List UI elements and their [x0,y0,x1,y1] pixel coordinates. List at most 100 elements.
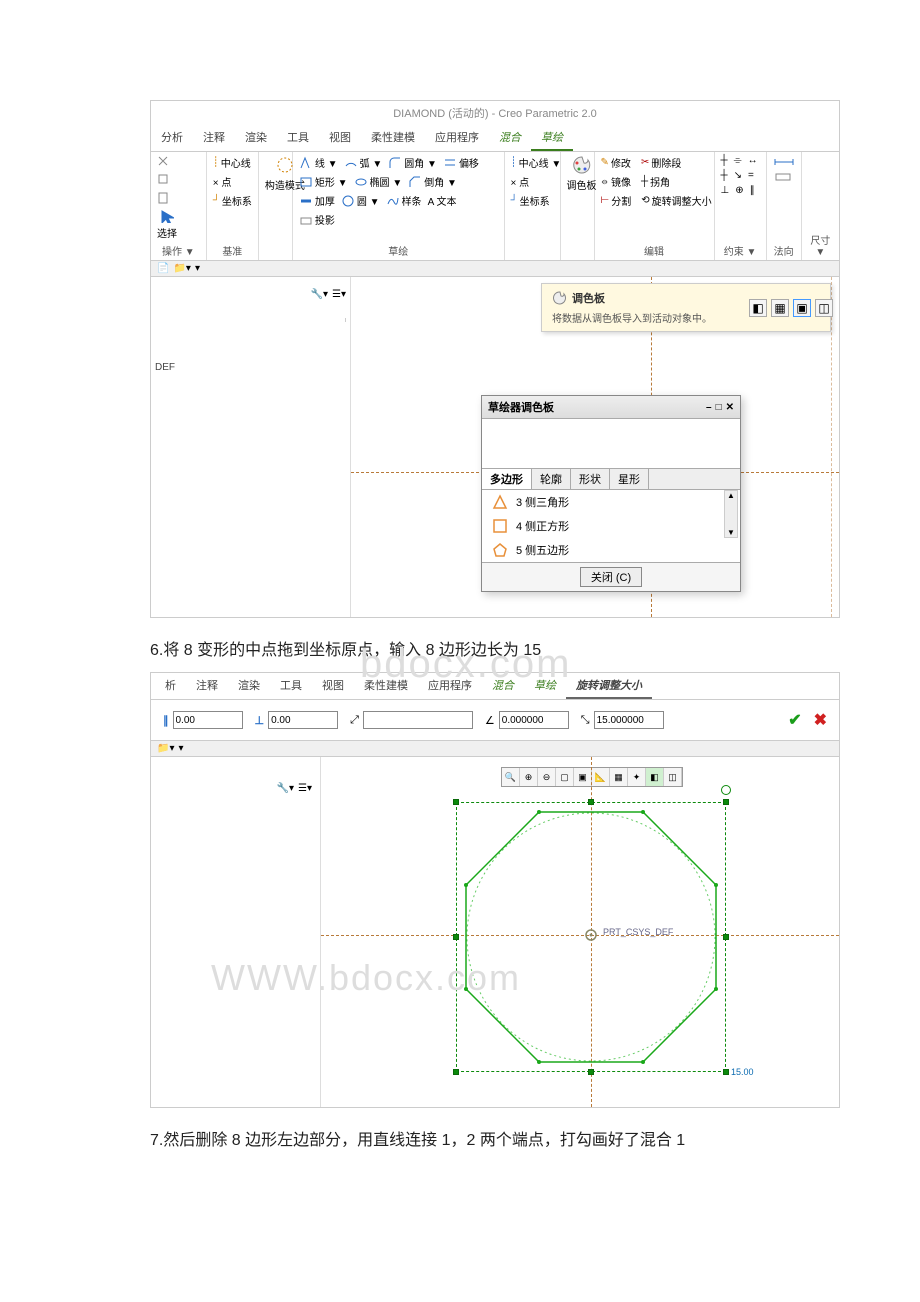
new-icon[interactable]: 📄 [157,263,169,274]
vicon-3[interactable]: ▣ [793,299,811,317]
tab-render[interactable]: 渲染 [235,125,277,151]
datum-display-icon[interactable]: ◧ [646,768,664,786]
folder-icon[interactable]: 📁▾ [173,263,190,274]
tab2-flex[interactable]: 柔性建模 [354,673,418,699]
tab2-blend[interactable]: 混合 [482,673,524,699]
geom-csys-button[interactable]: ┘坐标系 [509,192,552,209]
constraint-equal-icon[interactable]: = [746,169,756,182]
palette-scrollbar[interactable] [724,490,738,538]
tab-annotate[interactable]: 注释 [193,125,235,151]
palette-item-pentagon[interactable]: 5 侧五边形 [482,538,740,562]
tab2-annotate[interactable]: 注释 [186,673,228,699]
cut-icon[interactable] [155,154,173,170]
rotation-handle[interactable] [721,785,731,795]
tab2-tools[interactable]: 工具 [270,673,312,699]
palette-item-square[interactable]: 4 侧正方形 [482,514,740,538]
constraint-horiz-icon[interactable]: ┼ [719,169,730,182]
maximize-icon[interactable]: □ [716,402,722,413]
palette-close-button[interactable]: 关闭 (C) [580,567,642,587]
select-button[interactable]: 选择 [155,208,179,241]
tab-tools[interactable]: 工具 [277,125,319,151]
palette-tab-shape[interactable]: 形状 [571,469,610,489]
tab-analysis[interactable]: 分析 [151,125,193,151]
mirror-button[interactable]: ⦵镜像 [599,173,633,190]
geom-point-button[interactable]: × 点 [509,173,532,190]
saved-view-icon[interactable]: 📐 [592,768,610,786]
tab2-apps[interactable]: 应用程序 [418,673,482,699]
side-input[interactable] [594,711,664,729]
angle-field[interactable]: ⤢ [350,711,473,729]
tab2-analysis[interactable]: 析 [155,673,186,699]
arc-button[interactable]: 弧 ▼ [342,154,385,171]
spline-button[interactable]: 样条 [384,192,424,209]
rectangle-button[interactable]: 矩形 ▼ [297,173,350,190]
line-button[interactable]: 线 ▼ [297,154,340,171]
geom-centerline-button[interactable]: ┊中心线 ▼ [509,154,564,171]
cancel-icon[interactable]: ✖ [814,710,827,730]
offset-button[interactable]: 偏移 [441,154,481,171]
tab-flex[interactable]: 柔性建模 [361,125,425,151]
tree-settings-icon-2[interactable]: 🔧▾ [277,783,294,794]
vicon-4[interactable]: ◫ [815,299,833,317]
zoom-fit-icon[interactable]: 🔍 [502,768,520,786]
close-icon[interactable]: ✕ [726,402,734,413]
tree-show-icon-2[interactable]: ☰▾ [298,783,312,794]
accept-icon[interactable]: ✔ [788,710,801,730]
thicken-button[interactable]: 加厚 [297,192,337,209]
csys-button[interactable]: ┘坐标系 [211,192,254,209]
tab2-render[interactable]: 渲染 [228,673,270,699]
point-button[interactable]: × 点 [211,173,234,190]
vicon-1[interactable]: ◧ [749,299,767,317]
scale-field[interactable]: ∠ [485,711,569,729]
repaint-icon[interactable]: ▢ [556,768,574,786]
tab-view[interactable]: 视图 [319,125,361,151]
rotate-resize-button[interactable]: ⟲旋转调整大小 [639,192,713,209]
corner-button[interactable]: ┼拐角 [639,173,672,190]
shade-icon[interactable]: ▣ [574,768,592,786]
annotations-icon[interactable]: ◫ [664,768,682,786]
angle-input[interactable] [363,711,473,729]
vicon-2[interactable]: ▦ [771,299,789,317]
divide-button[interactable]: ⊢分割 [599,192,634,209]
constraint-vert-icon[interactable]: ┼ [719,154,730,167]
text-button[interactable]: A 文本 [426,192,459,209]
tab2-sketch[interactable]: 草绘 [524,673,566,699]
ellipse-button[interactable]: 椭圆 ▼ [352,173,405,190]
constraint-coinc-icon[interactable]: ↘ [732,169,744,182]
tab-apps[interactable]: 应用程序 [425,125,489,151]
palette-tab-star[interactable]: 星形 [610,469,649,489]
constraint-sym-icon[interactable]: ⊕ [733,184,745,197]
minimize-icon[interactable]: – [706,402,712,413]
sketch-canvas[interactable]: 调色板 将数据从调色板导入到活动对象中。 ◧ ▦ ▣ ◫ 草绘器调色板 – [351,277,839,617]
perp-input[interactable] [268,711,338,729]
project-button[interactable]: 投影 [297,211,337,228]
constraint-tan-icon[interactable]: ⌯ [732,154,744,167]
sketcher-palette-window[interactable]: 草绘器调色板 – □ ✕ 多边形 轮廓 形状 星形 [481,395,741,592]
delete-segment-button[interactable]: ✂删除段 [639,154,683,171]
tab2-rotate-resize[interactable]: 旋转调整大小 [566,673,652,699]
constraint-par-icon[interactable]: ∥ [748,184,757,197]
zoom-out-icon[interactable]: ⊖ [538,768,556,786]
palette-tab-polygon[interactable]: 多边形 [482,469,532,489]
copy-icon[interactable] [155,172,173,188]
fillet-button[interactable]: 圆角 ▼ [386,154,439,171]
perpendicular-field[interactable]: ⊥ [255,711,339,729]
folder-icon-2[interactable]: 📁▾ [157,743,174,754]
baseline-icon[interactable] [773,172,795,184]
dropdown-icon-2[interactable]: ▾ [178,743,183,754]
scale-input[interactable] [499,711,569,729]
zoom-in-icon[interactable]: ⊕ [520,768,538,786]
sketch-canvas-2[interactable]: 🔍 ⊕ ⊖ ▢ ▣ 📐 ▦ ✦ ◧ ◫ [321,757,839,1107]
chamfer-button[interactable]: 倒角 ▼ [406,173,459,190]
modify-button[interactable]: ✎修改 [599,154,633,171]
parallel-field[interactable]: ∥ [163,711,243,729]
side-field[interactable]: ⤡ [581,711,664,729]
tab2-view[interactable]: 视图 [312,673,354,699]
centerline-button[interactable]: ┊中心线 [211,154,253,171]
tree-show-icon[interactable]: ☰▾ [332,289,346,300]
tree-settings-icon[interactable]: 🔧▾ [311,289,328,300]
display-style-icon[interactable]: ▦ [610,768,628,786]
circle-button[interactable]: 圆 ▼ [339,192,382,209]
constraint-perp-icon[interactable]: ⊥ [719,184,732,197]
parallel-input[interactable] [173,711,243,729]
